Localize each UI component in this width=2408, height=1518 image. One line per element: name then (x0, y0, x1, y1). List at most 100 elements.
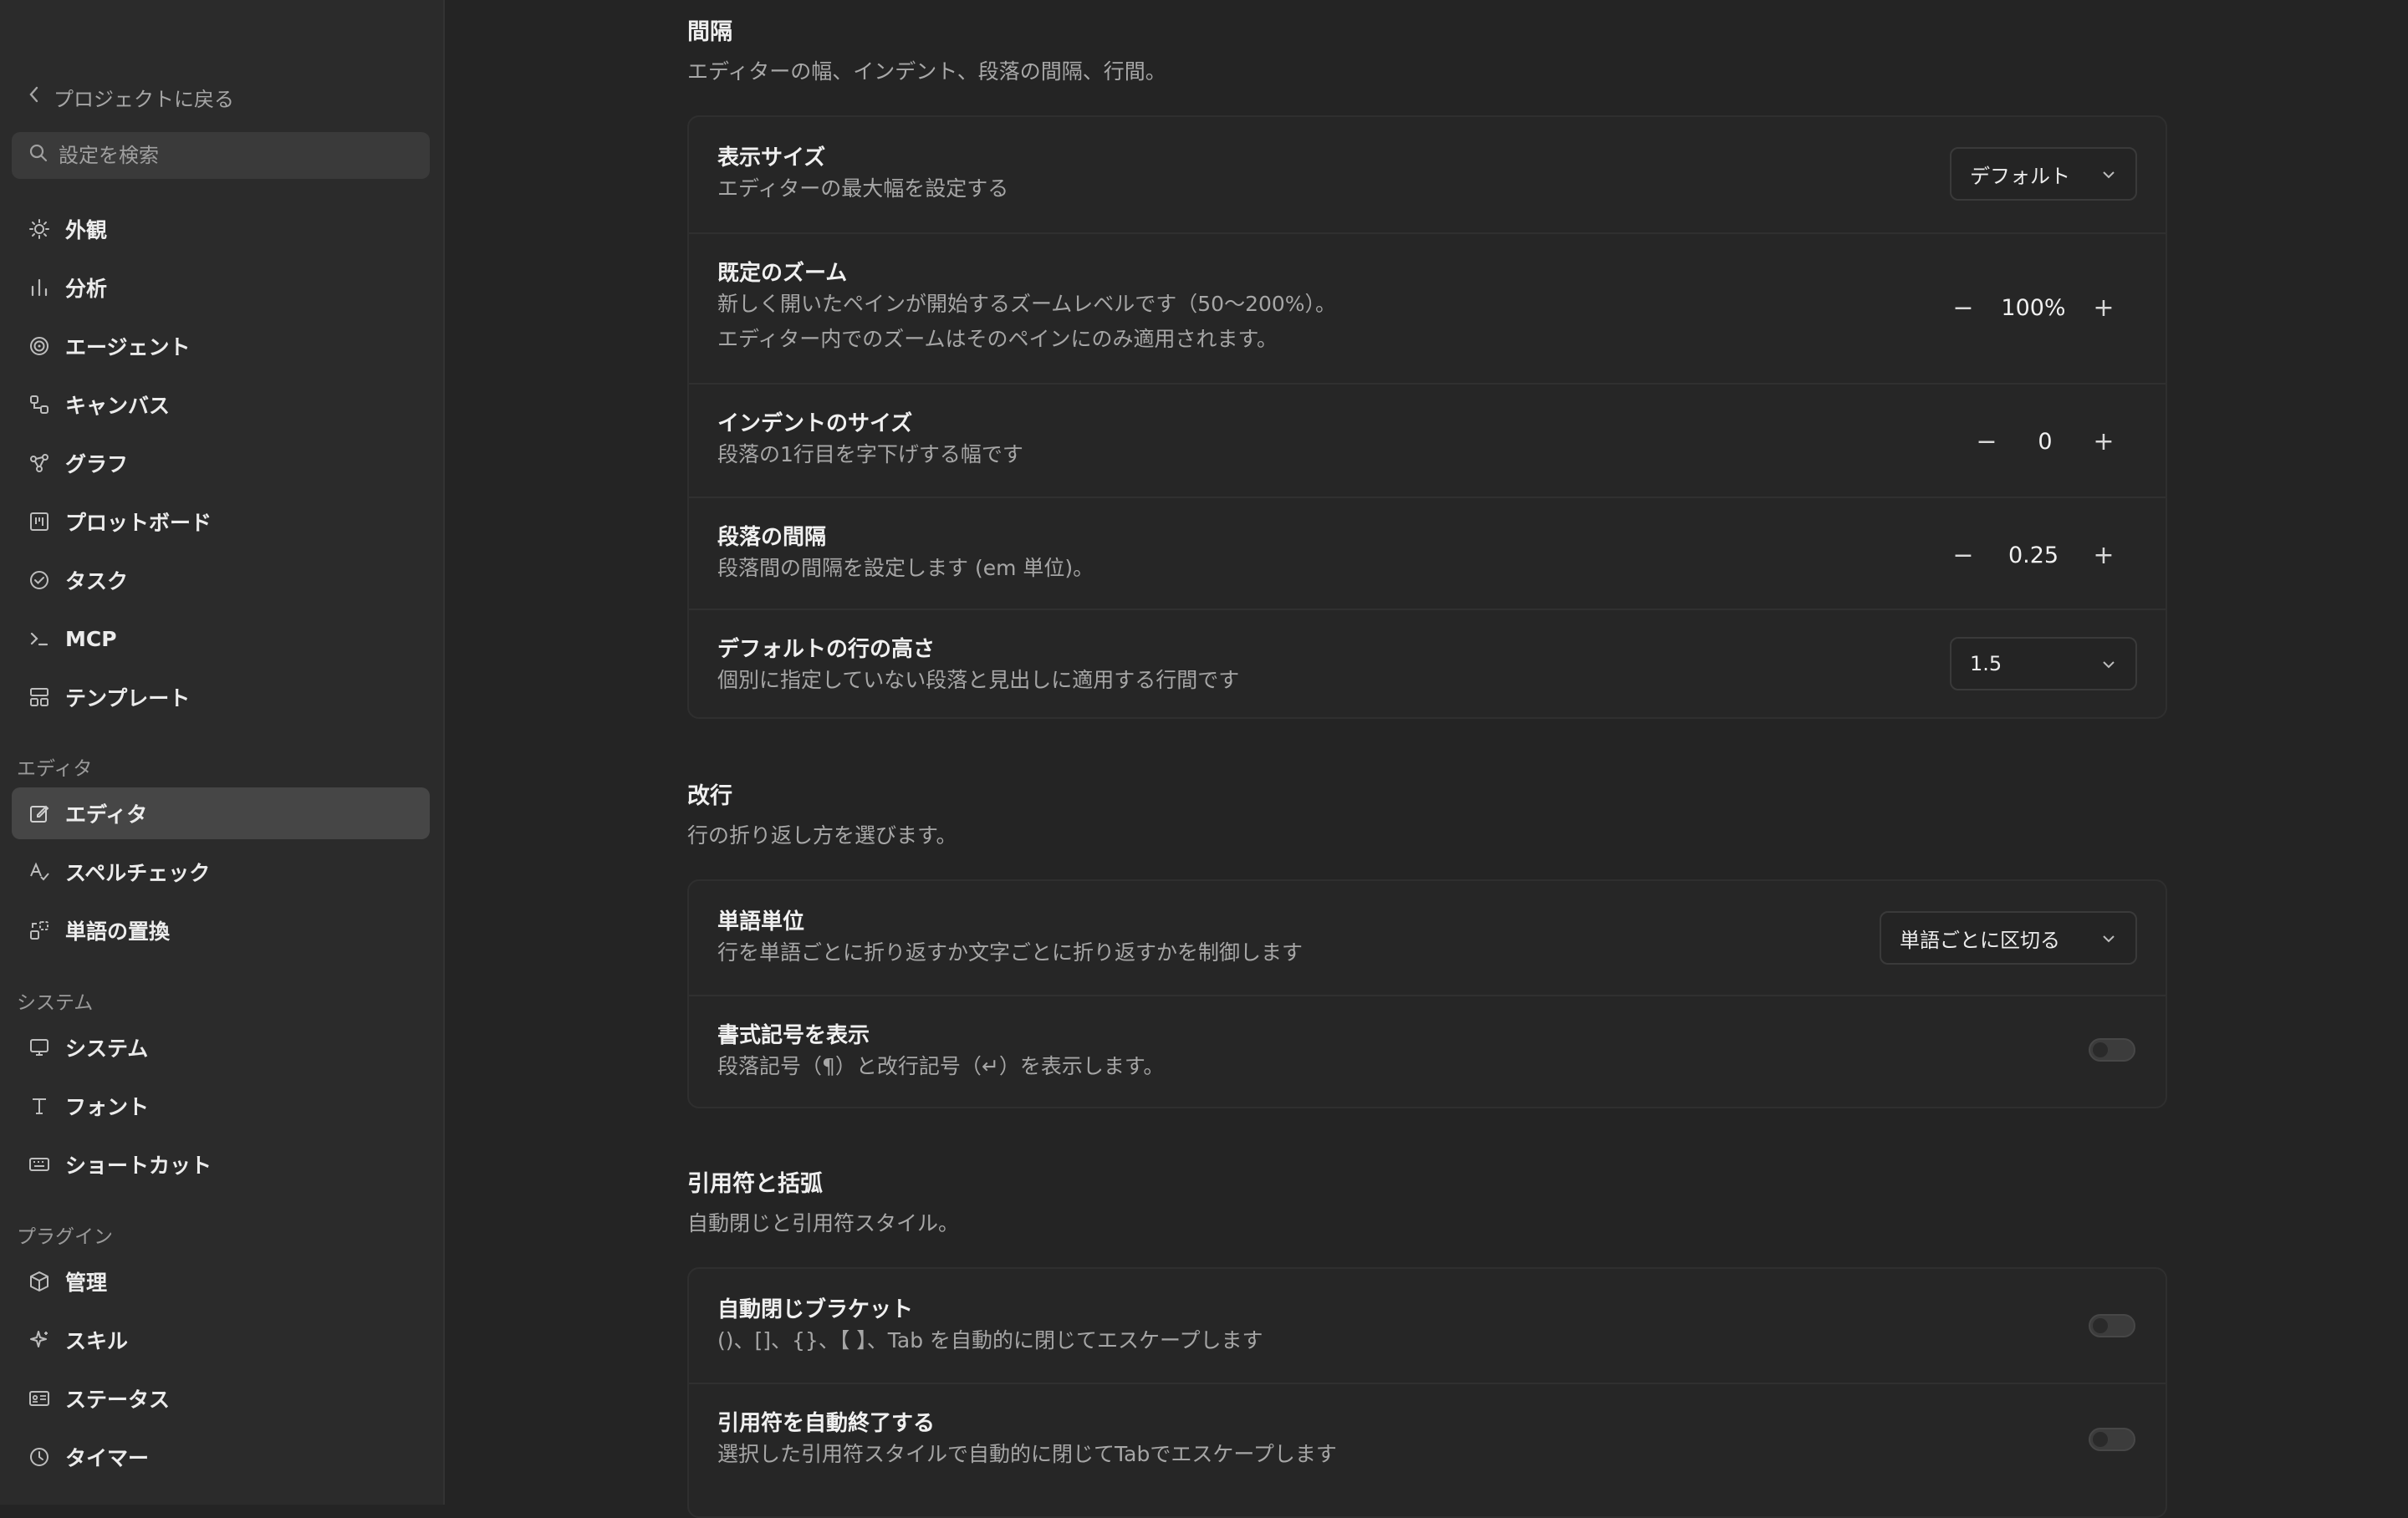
setting-default-zoom: 既定のズーム 新しく開いたペインが開始するズームレベルです（50〜200%）。 … (689, 232, 2166, 383)
sun-icon (27, 216, 52, 242)
increment-button[interactable]: + (2087, 291, 2120, 324)
sidebar-item-label: キャンバス (65, 394, 171, 418)
sidebar-item-tasks[interactable]: タスク (12, 554, 430, 606)
sidebar-item-label: フォント (65, 1095, 150, 1119)
sidebar-item-analytics[interactable]: 分析 (12, 262, 430, 313)
sidebar-item-skills[interactable]: スキル (12, 1314, 430, 1366)
back-label: プロジェクトに戻る (54, 87, 234, 111)
spacing-card: 表示サイズ エディターの最大幅を設定する デフォルト 既定のズーム 新しく開いた… (687, 115, 2167, 719)
wrap-card: 単語単位 行を単語ごとに折り返すか文字ごとに折り返すかを制御します 単語ごとに区… (687, 879, 2167, 1108)
clock-icon (27, 1444, 52, 1470)
chevron-left-icon (27, 84, 42, 110)
setting-title: 自動閉じブラケット (717, 1297, 914, 1322)
sidebar-item-appearance[interactable]: 外観 (12, 203, 430, 255)
decrement-button[interactable]: − (1946, 291, 1980, 324)
search-input[interactable] (59, 144, 410, 167)
sidebar-item-label: タスク (65, 569, 129, 593)
increment-button[interactable]: + (2087, 425, 2120, 458)
sidebar-item-label: 分析 (65, 277, 108, 301)
section-desc-quotes: 自動閉じと引用符スタイル。 (687, 1211, 960, 1235)
sidebar-item-shortcuts[interactable]: ショートカット (12, 1138, 430, 1190)
template-icon (27, 685, 52, 710)
setting-desc-2: エディター内でのズームはそのペインにのみ適用されます。 (717, 327, 1278, 351)
settings-search[interactable] (12, 132, 430, 179)
quotes-card: 自動閉じブラケット ()、[]、{}、【 】、Tab を自動的に閉じてエスケープ… (687, 1267, 2167, 1518)
sidebar-item-label: 外観 (65, 218, 108, 242)
setting-title: 段落の間隔 (717, 525, 827, 550)
terminal-icon (27, 626, 52, 651)
section-title-wrap: 改行 (687, 783, 732, 809)
setting-desc: ()、[]、{}、【 】、Tab を自動的に閉じてエスケープします (717, 1328, 1263, 1352)
cube-icon (27, 1269, 52, 1294)
sidebar-item-label: ステータス (65, 1388, 171, 1412)
id-card-icon (27, 1386, 52, 1411)
chevron-down-icon (2100, 926, 2117, 950)
graph-icon (27, 451, 52, 476)
back-to-project-link[interactable]: プロジェクトに戻る (27, 80, 234, 114)
sidebar-item-label: プロットボード (65, 511, 212, 535)
setting-desc: 選択した引用符スタイルで自動的に閉じてTabでエスケープします (717, 1442, 1337, 1466)
line-height-select[interactable]: 1.5 (1950, 637, 2137, 690)
setting-title: 単語単位 (717, 909, 805, 935)
keyboard-icon (27, 1152, 52, 1177)
sidebar-item-plotboard[interactable]: プロットボード (12, 496, 430, 548)
sidebar-item-label: スペルチェック (65, 861, 211, 885)
sidebar-item-graph[interactable]: グラフ (12, 437, 430, 489)
canvas-icon (27, 392, 52, 417)
sidebar-item-label: エディタ (65, 802, 148, 827)
edit-icon (27, 801, 52, 826)
font-icon (27, 1093, 52, 1118)
sidebar-item-canvas[interactable]: キャンバス (12, 379, 430, 430)
spellcheck-icon (27, 859, 52, 884)
sidebar-item-mcp[interactable]: MCP (12, 613, 430, 665)
board-icon (27, 509, 52, 534)
section-title-quotes: 引用符と括弧 (687, 1171, 823, 1197)
sidebar-item-status[interactable]: ステータス (12, 1373, 430, 1424)
setting-desc: 行を単語ごとに折り返すか文字ごとに折り返すかを制御します (717, 940, 1303, 965)
sidebar-item-spellcheck[interactable]: スペルチェック (12, 846, 430, 898)
chevron-down-icon (2100, 652, 2117, 675)
setting-show-format-marks: 書式記号を表示 段落記号（¶）と改行記号（↵）を表示します。 (689, 995, 2166, 1107)
monitor-icon (27, 1035, 52, 1060)
setting-title: 既定のズーム (717, 261, 848, 286)
word-unit-select[interactable]: 単語ごとに区切る (1880, 911, 2137, 965)
select-value: 1.5 (1970, 652, 2002, 675)
sidebar-item-system[interactable]: システム (12, 1021, 430, 1073)
sidebar-item-editor[interactable]: エディタ (12, 787, 430, 839)
spiral-icon (27, 334, 52, 359)
sidebar-item-label: テンプレート (65, 686, 191, 711)
zoom-value: 100% (2001, 294, 2066, 321)
sidebar-item-manage[interactable]: 管理 (12, 1256, 430, 1307)
sidebar-item-word-replace[interactable]: 単語の置換 (12, 904, 430, 956)
auto-bracket-toggle[interactable] (2089, 1314, 2135, 1337)
decrement-button[interactable]: − (1946, 538, 1980, 572)
setting-desc: 新しく開いたペインが開始するズームレベルです（50〜200%）。 (717, 292, 1337, 316)
paragraph-spacing-stepper: − 0.25 + (1946, 530, 2120, 580)
setting-line-height: デフォルトの行の高さ 個別に指定していない段落と見出しに適用する行間です 1.5 (689, 609, 2166, 717)
auto-quote-toggle[interactable] (2089, 1428, 2135, 1451)
sidebar-item-font[interactable]: フォント (12, 1080, 430, 1132)
decrement-button[interactable]: − (1970, 425, 2003, 458)
setting-title: デフォルトの行の高さ (717, 637, 936, 662)
sidebar-item-template[interactable]: テンプレート (12, 671, 430, 723)
section-label-plugins: プラグイン (17, 1226, 113, 1248)
bar-chart-icon (27, 275, 52, 300)
sidebar-item-label: システム (65, 1037, 149, 1061)
format-marks-toggle[interactable] (2089, 1038, 2135, 1062)
select-value: 単語ごとに区切る (1900, 928, 2060, 952)
sidebar-item-label: MCP (65, 626, 117, 651)
setting-display-size: 表示サイズ エディターの最大幅を設定する デフォルト (689, 117, 2166, 232)
paragraph-spacing-value: 0.25 (2008, 542, 2059, 568)
zoom-stepper: − 100% + (1946, 283, 2120, 333)
search-icon (28, 143, 48, 168)
display-size-select[interactable]: デフォルト (1950, 147, 2137, 201)
setting-title: 引用符を自動終了する (717, 1411, 936, 1436)
sparkle-icon (27, 1327, 52, 1352)
sidebar-item-label: 単語の置換 (65, 919, 171, 944)
setting-desc: エディターの最大幅を設定する (717, 176, 1009, 201)
setting-desc: 段落間の間隔を設定します (em 単位)。 (717, 556, 1094, 580)
select-value: デフォルト (1970, 164, 2070, 188)
sidebar-item-agent[interactable]: エージェント (12, 320, 430, 372)
increment-button[interactable]: + (2087, 538, 2120, 572)
sidebar-item-timer[interactable]: タイマー (12, 1431, 430, 1483)
